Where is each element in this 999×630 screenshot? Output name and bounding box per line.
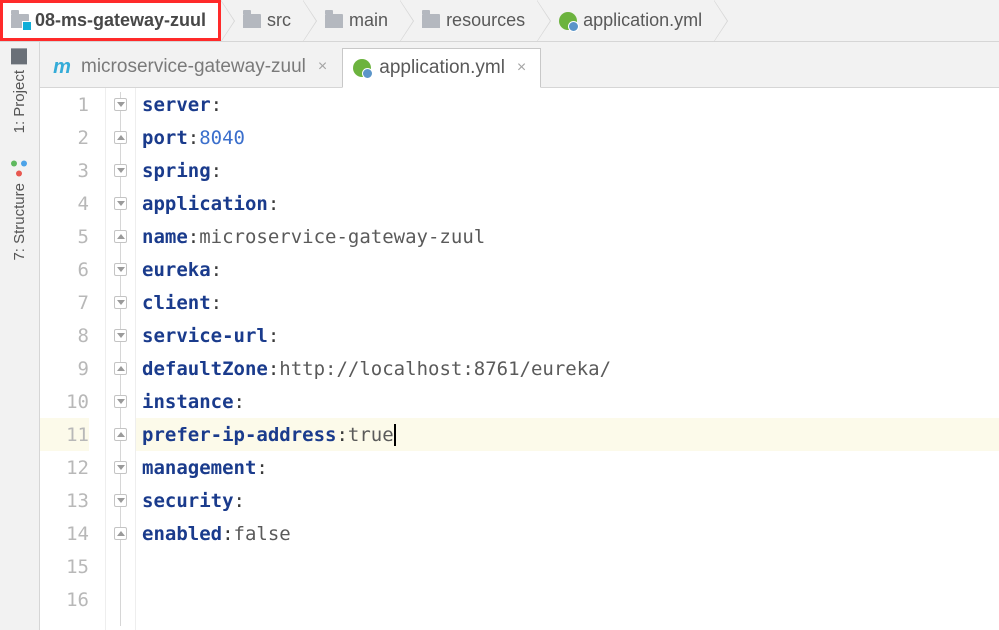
code-line[interactable]: service-url:: [136, 319, 999, 352]
fold-collapse-icon[interactable]: [114, 329, 127, 342]
toolwindow-project[interactable]: 1: Project: [11, 48, 28, 133]
code-line[interactable]: client:: [136, 286, 999, 319]
line-number: 3: [40, 154, 89, 187]
fold-collapse-icon[interactable]: [114, 296, 127, 309]
editor-tabs: m microservice-gateway-zuul × applicatio…: [40, 42, 999, 88]
maven-icon: m: [51, 56, 73, 78]
fold-collapse-icon[interactable]: [114, 494, 127, 507]
tab-label: microservice-gateway-zuul: [81, 56, 306, 78]
chevron-right-icon: [221, 0, 235, 42]
fold-collapse-icon[interactable]: [114, 197, 127, 210]
breadcrumb: 08-ms-gateway-zuul src main resources ap…: [0, 0, 999, 42]
line-number: 2: [40, 121, 89, 154]
close-icon[interactable]: ×: [314, 58, 331, 76]
toolwindow-label: 7: Structure: [11, 183, 28, 261]
line-number: 9: [40, 352, 89, 385]
chevron-right-icon: [537, 0, 551, 42]
code-editor[interactable]: 12345678910111213141516 server: port: 80…: [40, 88, 999, 630]
crumb-label: src: [267, 10, 291, 31]
crumb-label: resources: [446, 10, 525, 31]
code-line[interactable]: security:: [136, 484, 999, 517]
code-line[interactable]: server:: [136, 88, 999, 121]
tab-label: application.yml: [379, 57, 505, 79]
crumb-resources[interactable]: resources: [414, 0, 537, 41]
spring-file-icon: [353, 59, 371, 77]
line-number: 5: [40, 220, 89, 253]
folder-module-icon: [11, 14, 29, 28]
line-number: 12: [40, 451, 89, 484]
toolwindow-label: 1: Project: [11, 70, 28, 133]
code-line[interactable]: spring:: [136, 154, 999, 187]
line-number: 6: [40, 253, 89, 286]
code-line[interactable]: [136, 550, 999, 583]
line-number: 1: [40, 88, 89, 121]
project-icon: [12, 48, 28, 64]
code-area[interactable]: server: port: 8040spring: application: n…: [136, 88, 999, 630]
line-number: 7: [40, 286, 89, 319]
crumb-label: application.yml: [583, 10, 702, 31]
line-number-gutter: 12345678910111213141516: [40, 88, 106, 630]
close-icon[interactable]: ×: [513, 59, 530, 77]
tool-window-strip: 1: Project 7: Structure: [0, 42, 40, 630]
crumb-root[interactable]: 08-ms-gateway-zuul: [0, 0, 221, 41]
line-number: 16: [40, 583, 89, 616]
chevron-right-icon: [400, 0, 414, 42]
line-number: 13: [40, 484, 89, 517]
code-line[interactable]: instance:: [136, 385, 999, 418]
chevron-right-icon: [714, 0, 728, 42]
code-line[interactable]: name: microservice-gateway-zuul: [136, 220, 999, 253]
toolwindow-structure[interactable]: 7: Structure: [11, 161, 28, 261]
spring-file-icon: [559, 12, 577, 30]
line-number: 15: [40, 550, 89, 583]
folder-icon: [325, 14, 343, 28]
crumb-src[interactable]: src: [235, 0, 303, 41]
folder-icon: [243, 14, 261, 28]
fold-collapse-icon[interactable]: [114, 263, 127, 276]
code-line[interactable]: enabled: false: [136, 517, 999, 550]
crumb-label: 08-ms-gateway-zuul: [35, 10, 206, 31]
line-number: 14: [40, 517, 89, 550]
crumb-label: main: [349, 10, 388, 31]
code-line[interactable]: port: 8040: [136, 121, 999, 154]
structure-icon: [12, 161, 28, 177]
code-line[interactable]: management:: [136, 451, 999, 484]
line-number: 11: [40, 418, 89, 451]
tab-application-yml[interactable]: application.yml ×: [342, 48, 541, 88]
crumb-file[interactable]: application.yml: [551, 0, 714, 41]
code-line[interactable]: prefer-ip-address: true: [136, 418, 999, 451]
chevron-right-icon: [303, 0, 317, 42]
tab-maven[interactable]: m microservice-gateway-zuul ×: [40, 47, 342, 87]
fold-collapse-icon[interactable]: [114, 98, 127, 111]
code-line[interactable]: [136, 583, 999, 616]
text-caret: [394, 424, 396, 446]
line-number: 8: [40, 319, 89, 352]
fold-expand-end-icon[interactable]: [114, 527, 127, 540]
fold-expand-end-icon[interactable]: [114, 230, 127, 243]
fold-collapse-icon[interactable]: [114, 395, 127, 408]
fold-column[interactable]: [106, 88, 136, 630]
fold-collapse-icon[interactable]: [114, 164, 127, 177]
crumb-main[interactable]: main: [317, 0, 400, 41]
code-line[interactable]: eureka:: [136, 253, 999, 286]
code-line[interactable]: defaultZone: http://localhost:8761/eurek…: [136, 352, 999, 385]
code-line[interactable]: application:: [136, 187, 999, 220]
fold-expand-end-icon[interactable]: [114, 362, 127, 375]
line-number: 10: [40, 385, 89, 418]
folder-icon: [422, 14, 440, 28]
fold-collapse-icon[interactable]: [114, 461, 127, 474]
line-number: 4: [40, 187, 89, 220]
fold-expand-end-icon[interactable]: [114, 428, 127, 441]
fold-expand-end-icon[interactable]: [114, 131, 127, 144]
